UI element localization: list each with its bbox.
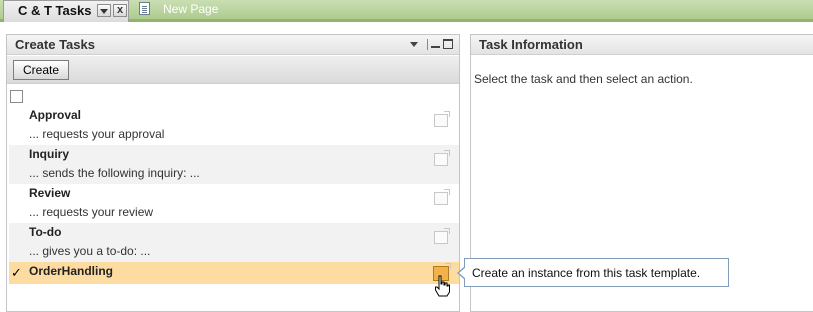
- create-button[interactable]: Create: [13, 60, 69, 80]
- task-information-header: Task Information: [471, 35, 813, 55]
- panel-title: Task Information: [479, 37, 583, 52]
- tab-new-page-label: New Page: [163, 2, 219, 16]
- create-tasks-header: Create Tasks: [7, 35, 459, 55]
- maximize-icon[interactable]: [443, 39, 453, 49]
- task-description: ... requests your approval: [29, 127, 165, 141]
- task-name: To-do: [29, 225, 62, 239]
- create-instance-icon[interactable]: [434, 111, 450, 127]
- task-row-review[interactable]: Review ... requests your review: [9, 184, 459, 223]
- tab-close-icon[interactable]: x: [113, 4, 127, 17]
- task-description: ... sends the following inquiry: ...: [29, 166, 200, 180]
- select-all-checkbox[interactable]: [10, 90, 23, 103]
- task-row-inquiry[interactable]: Inquiry ... sends the following inquiry:…: [9, 145, 459, 184]
- tooltip-text: Create an instance from this task templa…: [472, 266, 701, 280]
- tab-c-t-tasks[interactable]: C & T Tasks x: [3, 0, 129, 22]
- panel-menu-dropdown-icon[interactable]: [410, 39, 419, 49]
- tab-strip: C & T Tasks x New Page: [0, 0, 813, 22]
- task-row-to-do[interactable]: To-do ... gives you a to-do: ...: [9, 223, 459, 262]
- tooltip: Create an instance from this task templa…: [457, 258, 729, 287]
- task-description: ... gives you a to-do: ...: [29, 244, 151, 258]
- panel-title: Create Tasks: [15, 37, 95, 52]
- tab-menu-dropdown-icon[interactable]: [97, 4, 111, 17]
- task-description: ... requests your review: [29, 205, 154, 219]
- create-tasks-toolbar: Create: [7, 56, 459, 84]
- task-name: OrderHandling: [29, 264, 114, 278]
- tab-label: C & T Tasks: [18, 3, 92, 18]
- task-name: Inquiry: [29, 147, 70, 161]
- task-info-message: Select the task and then select an actio…: [474, 72, 693, 86]
- task-row-approval[interactable]: Approval ... requests your approval: [9, 106, 459, 145]
- task-list: Approval ... requests your approval Inqu…: [9, 106, 459, 284]
- create-tasks-panel: Create Tasks Create Approval ... request…: [6, 34, 460, 312]
- task-row-orderhandling[interactable]: ✓ OrderHandling: [9, 262, 459, 284]
- page-icon: [139, 2, 150, 15]
- create-instance-icon[interactable]: [434, 150, 450, 166]
- task-name: Approval: [29, 108, 82, 122]
- minimize-icon[interactable]: [431, 39, 440, 49]
- create-instance-icon[interactable]: [434, 189, 450, 205]
- create-instance-icon[interactable]: [434, 228, 450, 244]
- hand-cursor-icon: [434, 275, 450, 297]
- row-checkbox-checked[interactable]: ✓: [11, 266, 25, 280]
- task-name: Review: [29, 186, 71, 200]
- header-separator: [427, 39, 428, 50]
